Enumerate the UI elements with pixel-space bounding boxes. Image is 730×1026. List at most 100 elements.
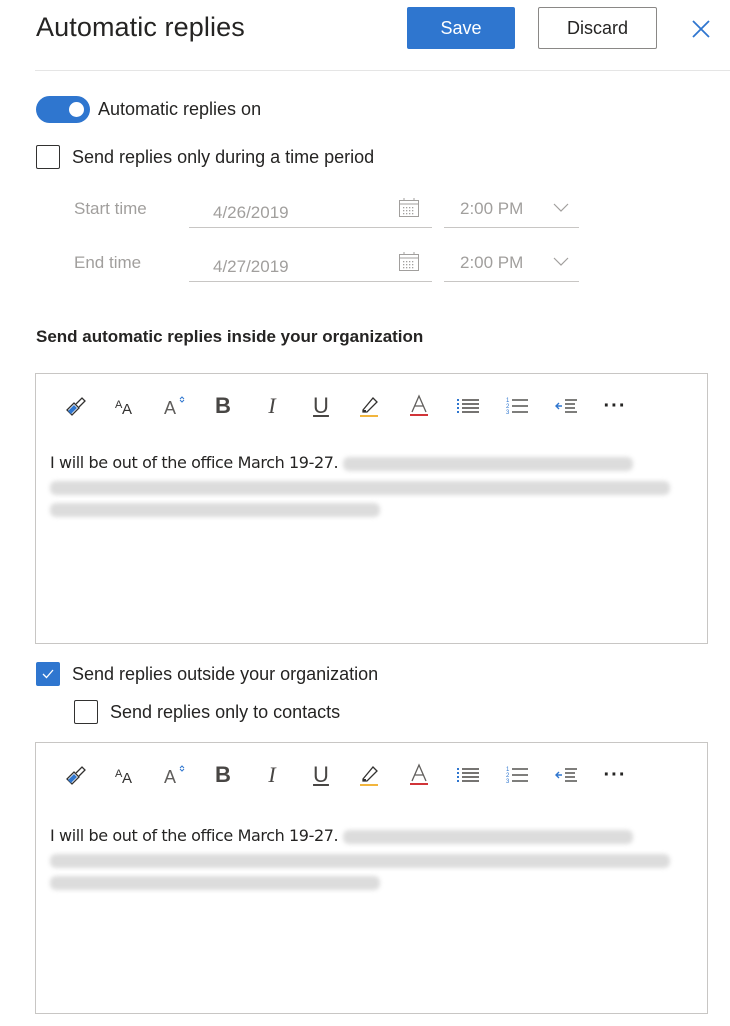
- svg-text:A: A: [164, 767, 176, 787]
- redacted-text: [50, 853, 670, 868]
- numbering-button[interactable]: 123: [503, 392, 531, 420]
- inside-message-text: I will be out of the office March 19-27.: [50, 453, 339, 472]
- font-color-button[interactable]: [405, 392, 433, 420]
- start-time-label: Start time: [74, 199, 147, 218]
- start-date-value: 4/26/2019: [213, 203, 289, 222]
- bullets-button[interactable]: [454, 392, 482, 420]
- outside-org-checkbox[interactable]: [36, 662, 60, 686]
- numbering-icon: 123: [506, 767, 528, 785]
- bullets-icon: [457, 768, 479, 782]
- italic-icon: I: [268, 393, 276, 418]
- underline-button[interactable]: U: [307, 392, 335, 420]
- font-size-icon: A A: [115, 768, 132, 787]
- automatic-replies-toggle-row: Automatic replies on: [36, 95, 261, 123]
- svg-text:A: A: [164, 398, 176, 418]
- inside-message-body[interactable]: I will be out of the office March 19-27.: [50, 452, 680, 518]
- checkmark-icon: [42, 669, 54, 679]
- italic-button[interactable]: I: [258, 761, 286, 789]
- inside-org-editor[interactable]: A A A B I U 1 2 3 ··· I will be out of t…: [35, 373, 708, 644]
- outside-editor-toolbar: A A A B I U 1 2 3 ···: [62, 761, 650, 789]
- inside-editor-toolbar: A A A B I U 1 2 3 ···: [62, 392, 650, 420]
- toggle-knob: [69, 101, 84, 117]
- redacted-text: [342, 829, 633, 844]
- grow-font-icon: A: [164, 396, 185, 418]
- bold-icon: B: [215, 393, 231, 418]
- start-time-dropdown[interactable]: 2:00 PM: [444, 191, 579, 228]
- time-period-label: Send replies only during a time period: [72, 146, 375, 167]
- close-icon: [692, 20, 710, 38]
- underline-button[interactable]: U: [307, 761, 335, 789]
- time-period-row: Send replies only during a time period: [36, 145, 374, 169]
- format-painter-button[interactable]: [62, 761, 90, 789]
- bold-button[interactable]: B: [209, 761, 237, 789]
- toggle-label: Automatic replies on: [98, 98, 262, 119]
- svg-text:3: 3: [506, 410, 510, 416]
- outside-message-text: I will be out of the office March 19-27.: [50, 826, 339, 845]
- decrease-indent-icon: [555, 768, 577, 782]
- end-time-label: End time: [74, 253, 142, 272]
- format-painter-icon: [66, 766, 86, 785]
- contacts-only-checkbox[interactable]: [74, 700, 98, 724]
- automatic-replies-toggle[interactable]: [36, 95, 90, 123]
- bold-icon: B: [215, 762, 231, 787]
- outside-org-editor[interactable]: A A A B I U 1 2 3 ··· I will be out of t…: [35, 742, 708, 1014]
- grow-font-button[interactable]: A: [160, 392, 188, 420]
- numbering-button[interactable]: 123: [503, 761, 531, 789]
- svg-text:3: 3: [506, 779, 510, 785]
- end-date-field[interactable]: 4/27/2019: [189, 245, 432, 282]
- end-time-value: 2:00 PM: [460, 253, 524, 272]
- header: Automatic replies Save Discard: [0, 0, 730, 72]
- save-button[interactable]: Save: [407, 7, 515, 49]
- format-painter-icon: [66, 397, 86, 416]
- page-title: Automatic replies: [36, 12, 245, 42]
- inside-org-section-title: Send automatic replies inside your organ…: [36, 327, 424, 346]
- decrease-indent-button[interactable]: [552, 392, 580, 420]
- bullets-button[interactable]: [454, 761, 482, 789]
- outside-org-row: Send replies outside your organization: [36, 662, 378, 686]
- svg-text:A: A: [122, 770, 132, 787]
- contacts-only-label: Send replies only to contacts: [110, 701, 341, 722]
- redacted-text: [342, 456, 633, 471]
- bullets-icon: [457, 399, 479, 413]
- underline-icon: U: [313, 393, 329, 418]
- italic-button[interactable]: I: [258, 392, 286, 420]
- outside-message-body[interactable]: I will be out of the office March 19-27.: [50, 825, 680, 891]
- calendar-icon[interactable]: [398, 197, 420, 219]
- grow-font-button[interactable]: A: [160, 761, 188, 789]
- more-options-icon: ···: [603, 763, 627, 786]
- end-date-value: 4/27/2019: [213, 257, 289, 276]
- time-period-checkbox[interactable]: [36, 145, 60, 169]
- more-options-button[interactable]: ···: [601, 761, 629, 789]
- font-color-button[interactable]: [405, 761, 433, 789]
- highlight-button[interactable]: [356, 761, 384, 789]
- decrease-indent-button[interactable]: [552, 761, 580, 789]
- italic-icon: I: [268, 762, 276, 787]
- numbering-icon: 123: [506, 398, 528, 416]
- redacted-text: [50, 875, 380, 890]
- more-options-button[interactable]: ···: [601, 392, 629, 420]
- start-date-field[interactable]: 4/26/2019: [189, 191, 432, 228]
- contacts-only-row: Send replies only to contacts: [74, 700, 340, 724]
- font-size-icon: A A: [115, 399, 132, 418]
- discard-button[interactable]: Discard: [538, 7, 657, 49]
- font-color-icon: [410, 394, 428, 416]
- close-button[interactable]: [688, 16, 714, 42]
- grow-font-icon: A: [164, 765, 185, 787]
- end-time-dropdown[interactable]: 2:00 PM: [444, 245, 579, 282]
- highlight-icon: [360, 397, 378, 417]
- bold-button[interactable]: B: [209, 392, 237, 420]
- calendar-icon[interactable]: [398, 251, 420, 273]
- font-color-icon: [410, 763, 428, 785]
- highlight-button[interactable]: [356, 392, 384, 420]
- redacted-text: [50, 480, 670, 495]
- start-time-value: 2:00 PM: [460, 199, 524, 218]
- format-painter-button[interactable]: [62, 392, 90, 420]
- highlight-icon: [360, 766, 378, 786]
- font-size-button[interactable]: A A: [111, 761, 139, 789]
- svg-text:A: A: [122, 401, 132, 418]
- chevron-down-icon: [553, 257, 569, 266]
- decrease-indent-icon: [555, 399, 577, 413]
- underline-icon: U: [313, 762, 329, 787]
- font-size-button[interactable]: A A: [111, 392, 139, 420]
- chevron-down-icon: [553, 203, 569, 212]
